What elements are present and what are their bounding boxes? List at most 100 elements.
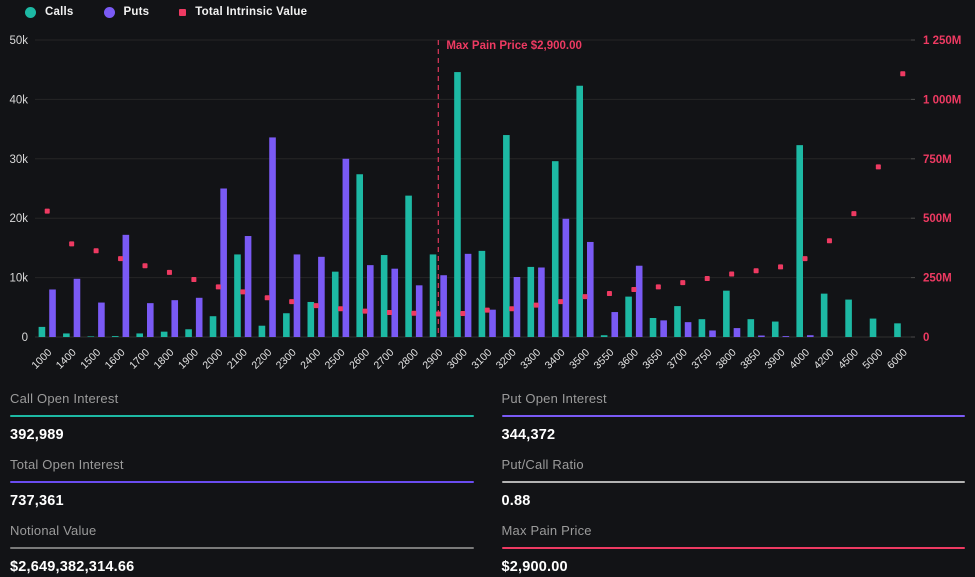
- puts-bar-3000[interactable]: [465, 254, 472, 337]
- puts-bar-2400[interactable]: [318, 257, 325, 337]
- puts-bar-2900[interactable]: [440, 275, 447, 337]
- intrinsic-value-dot-3850[interactable]: [754, 268, 759, 273]
- intrinsic-value-dot-2100[interactable]: [240, 289, 245, 294]
- legend-item-calls[interactable]: Calls: [25, 6, 74, 18]
- calls-bar-2600[interactable]: [356, 174, 363, 337]
- calls-bar-1900[interactable]: [185, 329, 192, 337]
- puts-bar-1700[interactable]: [147, 303, 154, 337]
- puts-bar-3600[interactable]: [636, 266, 643, 337]
- intrinsic-value-dot-6000[interactable]: [900, 71, 905, 76]
- puts-bar-2500[interactable]: [343, 159, 350, 337]
- puts-bar-3750[interactable]: [709, 330, 716, 337]
- calls-bar-6000[interactable]: [894, 323, 901, 337]
- puts-bar-2800[interactable]: [416, 285, 423, 337]
- intrinsic-value-dot-3700[interactable]: [680, 280, 685, 285]
- calls-bar-1600[interactable]: [112, 336, 119, 337]
- calls-bar-2900[interactable]: [430, 254, 437, 337]
- intrinsic-value-dot-3550[interactable]: [607, 291, 612, 296]
- intrinsic-value-dot-2400[interactable]: [314, 303, 319, 308]
- intrinsic-value-dot-1400[interactable]: [69, 241, 74, 246]
- intrinsic-value-dot-2300[interactable]: [289, 299, 294, 304]
- calls-bar-4000[interactable]: [796, 145, 803, 337]
- calls-bar-2700[interactable]: [381, 255, 388, 337]
- intrinsic-value-dot-2600[interactable]: [363, 309, 368, 314]
- legend-item-puts[interactable]: Puts: [104, 6, 150, 18]
- puts-bar-3100[interactable]: [489, 310, 496, 337]
- intrinsic-value-dot-2700[interactable]: [387, 310, 392, 315]
- calls-bar-2100[interactable]: [234, 254, 241, 337]
- calls-bar-3500[interactable]: [576, 86, 583, 337]
- calls-bar-3650[interactable]: [650, 318, 657, 337]
- calls-bar-2500[interactable]: [332, 272, 339, 337]
- intrinsic-value-dot-3400[interactable]: [558, 299, 563, 304]
- calls-bar-3900[interactable]: [772, 322, 779, 337]
- puts-bar-2600[interactable]: [367, 265, 374, 337]
- intrinsic-value-dot-3300[interactable]: [534, 303, 539, 308]
- intrinsic-value-dot-1900[interactable]: [191, 277, 196, 282]
- intrinsic-value-dot-2900[interactable]: [436, 311, 441, 316]
- intrinsic-value-dot-3650[interactable]: [656, 284, 661, 289]
- calls-bar-2400[interactable]: [308, 302, 315, 337]
- puts-bar-1500[interactable]: [98, 303, 105, 337]
- calls-bar-2300[interactable]: [283, 313, 290, 337]
- intrinsic-value-dot-1800[interactable]: [167, 270, 172, 275]
- calls-bar-3000[interactable]: [454, 72, 461, 337]
- calls-bar-3400[interactable]: [552, 161, 559, 337]
- intrinsic-value-dot-2000[interactable]: [216, 284, 221, 289]
- puts-bar-3200[interactable]: [514, 277, 521, 337]
- calls-bar-3800[interactable]: [723, 291, 730, 337]
- calls-bar-3100[interactable]: [479, 251, 486, 337]
- puts-bar-3400[interactable]: [563, 219, 570, 337]
- intrinsic-value-dot-1700[interactable]: [143, 263, 148, 268]
- calls-bar-3850[interactable]: [748, 319, 755, 337]
- puts-bar-2700[interactable]: [391, 269, 398, 337]
- puts-bar-1900[interactable]: [196, 298, 203, 337]
- puts-bar-2000[interactable]: [220, 189, 227, 338]
- intrinsic-value-dot-1600[interactable]: [118, 256, 123, 261]
- intrinsic-value-dot-1000[interactable]: [45, 209, 50, 214]
- intrinsic-value-dot-3800[interactable]: [729, 272, 734, 277]
- calls-bar-3550[interactable]: [601, 335, 608, 337]
- puts-bar-3800[interactable]: [734, 328, 741, 337]
- puts-bar-3500[interactable]: [587, 242, 594, 337]
- puts-bar-2100[interactable]: [245, 236, 252, 337]
- calls-bar-2000[interactable]: [210, 316, 217, 337]
- intrinsic-value-dot-5000[interactable]: [876, 164, 881, 169]
- intrinsic-value-dot-3600[interactable]: [631, 287, 636, 292]
- puts-bar-3550[interactable]: [611, 312, 618, 337]
- calls-bar-3600[interactable]: [625, 297, 632, 337]
- intrinsic-value-dot-4200[interactable]: [827, 238, 832, 243]
- intrinsic-value-dot-2200[interactable]: [265, 295, 270, 300]
- puts-bar-3650[interactable]: [660, 320, 667, 337]
- legend-item-total-intrinsic-value[interactable]: Total Intrinsic Value: [179, 6, 307, 18]
- intrinsic-value-dot-3100[interactable]: [485, 308, 490, 313]
- puts-bar-2200[interactable]: [269, 137, 276, 337]
- puts-bar-1600[interactable]: [123, 235, 130, 337]
- calls-bar-1000[interactable]: [39, 327, 46, 337]
- calls-bar-1700[interactable]: [136, 333, 143, 337]
- calls-bar-1500[interactable]: [88, 336, 95, 337]
- calls-bar-1400[interactable]: [63, 333, 70, 337]
- calls-bar-4200[interactable]: [821, 294, 828, 337]
- calls-bar-4500[interactable]: [845, 300, 852, 337]
- intrinsic-value-dot-2500[interactable]: [338, 306, 343, 311]
- calls-bar-1800[interactable]: [161, 332, 168, 337]
- puts-bar-3900[interactable]: [783, 336, 790, 337]
- calls-bar-3750[interactable]: [699, 319, 706, 337]
- intrinsic-value-dot-3500[interactable]: [583, 294, 588, 299]
- puts-bar-4000[interactable]: [807, 335, 814, 337]
- calls-bar-3300[interactable]: [528, 267, 535, 337]
- calls-bar-2800[interactable]: [405, 196, 412, 337]
- puts-bar-1400[interactable]: [74, 279, 81, 337]
- calls-bar-2200[interactable]: [259, 326, 266, 337]
- intrinsic-value-dot-2800[interactable]: [411, 311, 416, 316]
- intrinsic-value-dot-3750[interactable]: [705, 276, 710, 281]
- intrinsic-value-dot-1500[interactable]: [94, 248, 99, 253]
- calls-bar-3700[interactable]: [674, 306, 681, 337]
- puts-bar-2300[interactable]: [294, 254, 301, 337]
- intrinsic-value-dot-3200[interactable]: [509, 306, 514, 311]
- puts-bar-3700[interactable]: [685, 322, 692, 337]
- intrinsic-value-dot-4000[interactable]: [803, 256, 808, 261]
- puts-bar-1000[interactable]: [49, 289, 56, 337]
- intrinsic-value-dot-4500[interactable]: [851, 211, 856, 216]
